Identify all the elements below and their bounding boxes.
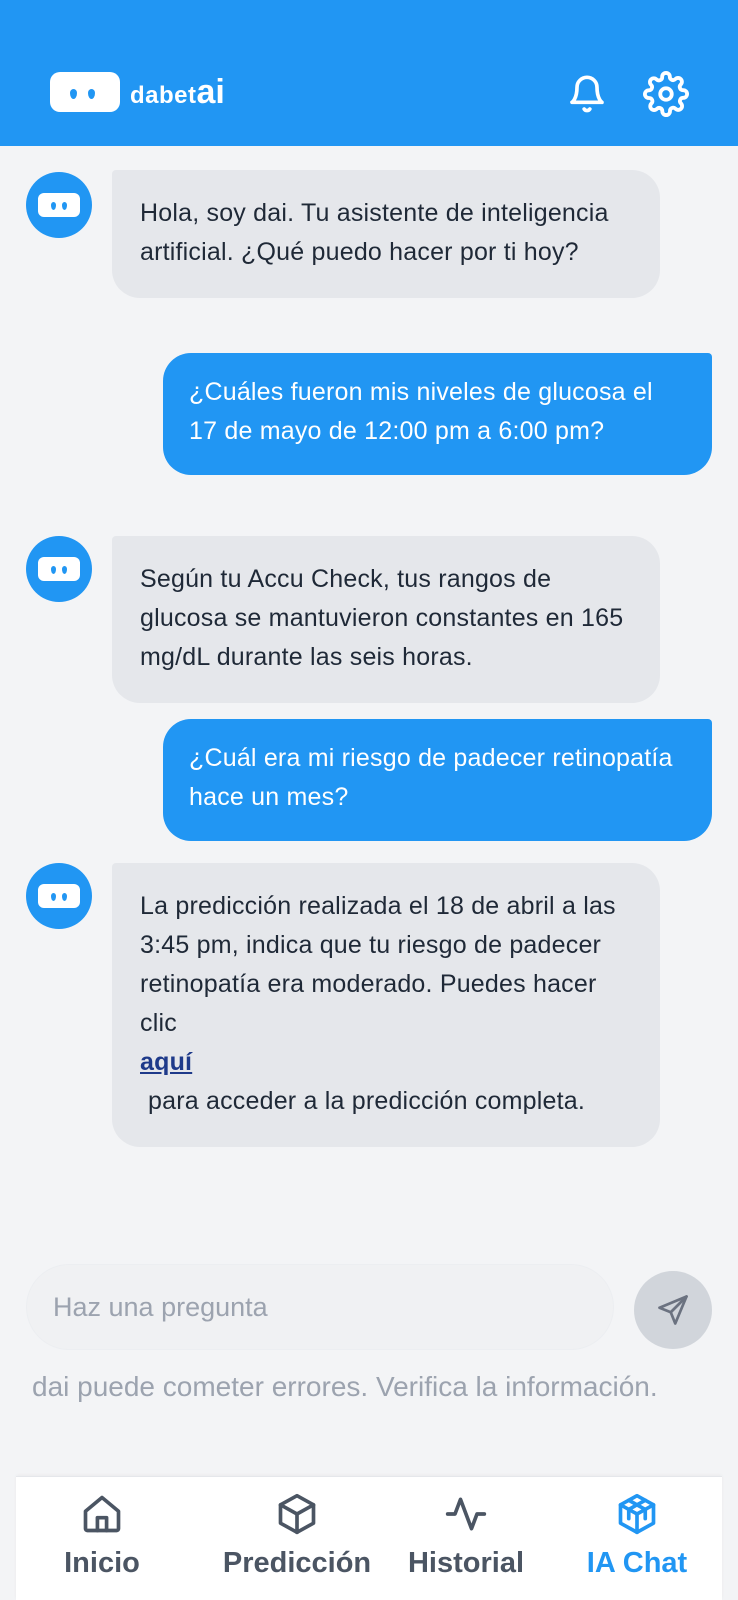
cube-icon [275, 1491, 319, 1537]
nav-item-label: Historial [407, 1547, 525, 1579]
user-message: ¿Cuál era mi riesgo de padecer retinopat… [163, 719, 712, 841]
assistant-message: La predicción realizada el 18 de abril a… [112, 863, 660, 1147]
app-header: dabet ai [0, 0, 738, 146]
message-text: La predicción realizada el 18 de abril a… [140, 892, 616, 1037]
user-message: ¿Cuáles fueron mis niveles de glucosa el… [163, 353, 712, 475]
nav-item-label: IA Chat [586, 1547, 688, 1579]
assistant-logo-icon [38, 193, 80, 217]
assistant-avatar [26, 863, 92, 929]
question-input[interactable] [27, 1265, 613, 1349]
message-text: Según tu Accu Check, tus rangos de gluco… [140, 565, 624, 671]
message-text: Hola, soy dai. Tu asistente de inteligen… [140, 199, 609, 266]
nav-item-ia-chat[interactable]: IA Chat [562, 1477, 712, 1600]
nav-item-label: Inicio [64, 1547, 140, 1579]
activity-icon [444, 1491, 488, 1537]
send-button[interactable] [634, 1271, 712, 1349]
prediction-link[interactable]: aquí [140, 1043, 632, 1082]
home-icon [80, 1491, 124, 1537]
assistant-avatar [26, 172, 92, 238]
send-icon [658, 1295, 688, 1325]
message-text: ¿Cuál era mi riesgo de padecer retinopat… [189, 744, 673, 811]
brand-name: dabet ai [130, 73, 225, 112]
assistant-avatar [26, 536, 92, 602]
logo-mark-icon [50, 72, 120, 112]
question-input-wrapper [26, 1264, 614, 1350]
app-logo: dabet ai [50, 72, 225, 112]
bell-icon[interactable] [563, 70, 611, 118]
nav-item-label: Predicción [222, 1547, 372, 1579]
assistant-message: Según tu Accu Check, tus rangos de gluco… [112, 536, 660, 703]
assistant-message: Hola, soy dai. Tu asistente de inteligen… [112, 170, 660, 298]
gear-icon[interactable] [642, 70, 690, 118]
nav-item-prediccion[interactable]: Predicción [194, 1477, 400, 1600]
nav-item-inicio[interactable]: Inicio [42, 1477, 162, 1600]
assistant-logo-icon [38, 884, 80, 908]
brand-prefix: dabet [130, 81, 197, 109]
bottom-nav: Inicio Predicción Historial IA Chat [16, 1476, 722, 1600]
message-text: para acceder a la predicción completa. [148, 1087, 586, 1115]
assistant-logo-icon [38, 557, 80, 581]
disclaimer-text: dai puede cometer errores. Verifica la i… [32, 1371, 658, 1402]
brand-suffix: ai [196, 72, 225, 111]
cubes-icon [615, 1491, 659, 1537]
message-text: ¿Cuáles fueron mis niveles de glucosa el… [189, 378, 653, 445]
nav-item-historial[interactable]: Historial [386, 1477, 546, 1600]
